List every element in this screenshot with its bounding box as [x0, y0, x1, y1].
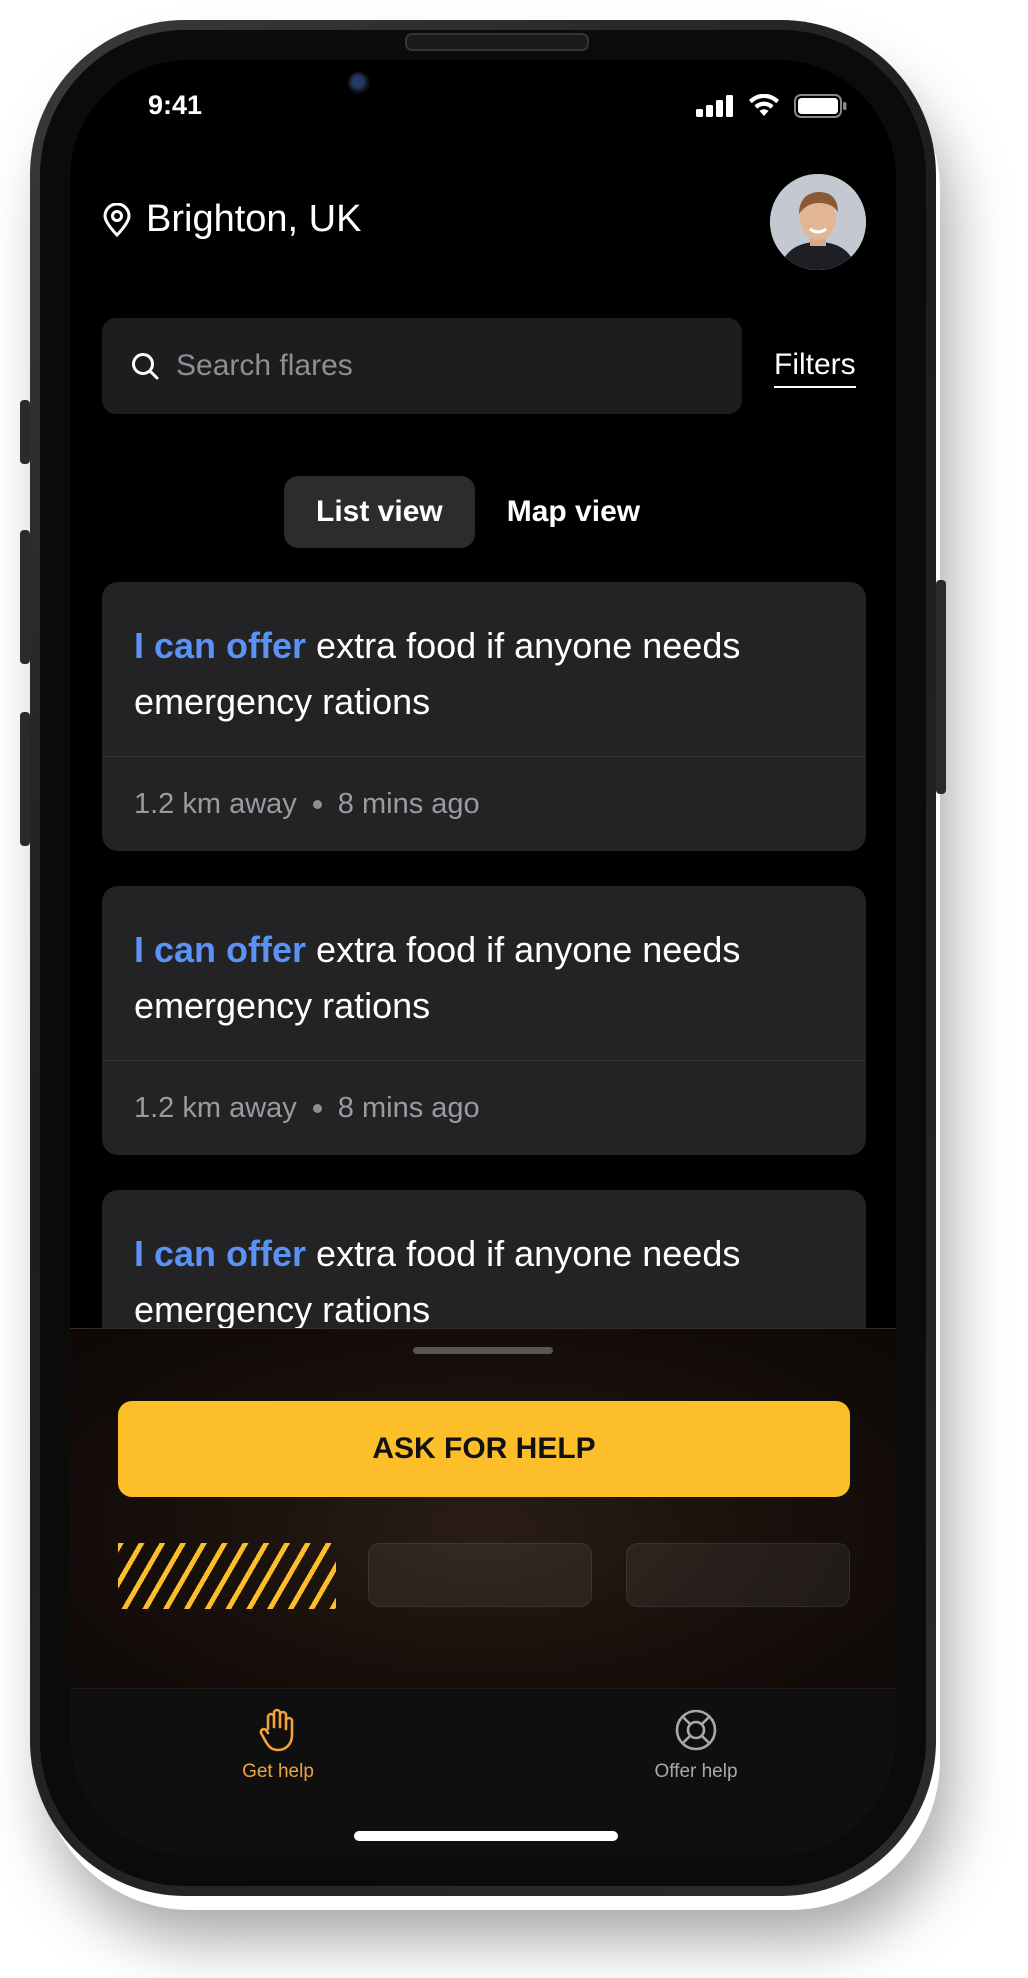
screen: 9:41 Brighton, UK Search flares Filters … — [70, 60, 896, 1856]
card-meta: 1.2 km away 8 mins ago — [102, 1060, 866, 1155]
card-time: 8 mins ago — [337, 1091, 480, 1124]
view-toggle: List view Map view — [284, 476, 672, 548]
avatar[interactable] — [770, 174, 866, 270]
flare-card[interactable]: I can offer extra food if anyone needs e… — [102, 886, 866, 1155]
side-button-volume-up — [20, 530, 30, 664]
separator-dot — [312, 1103, 322, 1113]
lifebuoy-icon — [675, 1709, 717, 1751]
side-button-power — [936, 580, 946, 794]
tab-bar: Get help Offer help — [70, 1688, 896, 1856]
card-text: I can offer extra food if anyone needs e… — [102, 582, 866, 756]
location-label: Brighton, UK — [146, 198, 362, 240]
flare-card[interactable]: I can offer extra food if anyone needs e… — [102, 582, 866, 851]
card-keyword: I can offer — [134, 625, 307, 666]
sheet-grabber[interactable] — [413, 1347, 553, 1354]
tab-label: Get help — [242, 1761, 314, 1782]
speaker-grille — [405, 33, 589, 51]
separator-dot — [312, 799, 322, 809]
filters-button[interactable]: Filters — [774, 348, 856, 388]
battery-icon — [794, 94, 847, 118]
tab-list-view[interactable]: List view — [284, 476, 475, 548]
ask-for-help-button[interactable]: ASK FOR HELP — [118, 1401, 850, 1497]
avatar-image — [770, 174, 866, 270]
placeholder-chip — [368, 1543, 592, 1607]
bottom-sheet: ASK FOR HELP — [70, 1328, 896, 1689]
cellular-signal-icon — [696, 95, 733, 117]
hatched-placeholder — [118, 1543, 336, 1609]
card-text: I can offer extra food if anyone needs e… — [102, 886, 866, 1060]
search-icon — [132, 353, 159, 380]
side-button-volume-down — [20, 712, 30, 846]
card-keyword: I can offer — [134, 1233, 307, 1274]
card-keyword: I can offer — [134, 929, 307, 970]
card-distance: 1.2 km away — [134, 787, 297, 820]
location[interactable]: Brighton, UK — [102, 198, 361, 241]
placeholder-chip — [626, 1543, 850, 1607]
wifi-icon — [749, 94, 779, 116]
tab-offer-help[interactable]: Offer help — [616, 1707, 776, 1783]
tab-map-view[interactable]: Map view — [475, 476, 672, 548]
front-camera — [348, 72, 370, 94]
tab-get-help[interactable]: Get help — [198, 1707, 358, 1783]
hand-icon — [259, 1708, 294, 1752]
tab-label: Offer help — [654, 1761, 738, 1782]
status-time: 9:41 — [148, 90, 203, 120]
card-distance: 1.2 km away — [134, 1091, 297, 1124]
search-bar[interactable] — [102, 318, 742, 414]
home-indicator[interactable] — [354, 1831, 618, 1841]
status-icons — [696, 94, 848, 118]
card-time: 8 mins ago — [337, 787, 480, 820]
search-input[interactable] — [174, 348, 698, 384]
side-button-mute — [20, 400, 30, 464]
card-meta: 1.2 km away 8 mins ago — [102, 756, 866, 851]
location-pin-icon — [103, 202, 131, 237]
